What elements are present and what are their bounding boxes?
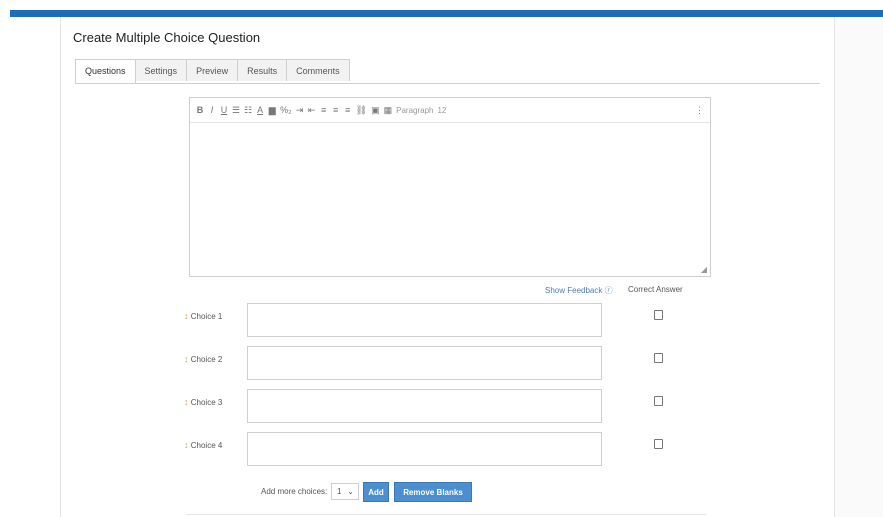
- align-left-icon[interactable]: ≡: [320, 105, 328, 115]
- numbered-list-icon[interactable]: ☷: [244, 105, 252, 116]
- top-accent-bar: [10, 10, 883, 17]
- bottom-divider: [186, 514, 706, 515]
- drag-handle-icon[interactable]: ↕: [184, 397, 189, 407]
- question-editor[interactable]: B I U ☰ ☷ A ▆ %₂ ⇥ ⇤ ≡ ≡ ≡ ⛓ ▣ ▦ Paragra…: [189, 97, 711, 277]
- tab-bar: Questions Settings Preview Results Comme…: [75, 59, 350, 84]
- more-icon[interactable]: ⋮: [695, 105, 704, 116]
- main-panel: Create Multiple Choice Question Question…: [60, 17, 835, 517]
- remove-blanks-button[interactable]: Remove Blanks: [394, 482, 472, 502]
- drag-handle-icon[interactable]: ↕: [184, 354, 189, 364]
- choice-label-text: Choice 2: [190, 355, 223, 364]
- tab-results[interactable]: Results: [237, 59, 288, 81]
- drag-handle-icon[interactable]: ↕: [184, 311, 189, 321]
- correct-checkbox-1[interactable]: [654, 310, 663, 320]
- align-center-icon[interactable]: ≡: [332, 105, 340, 115]
- choice-label-1: ↕ Choice 1: [184, 311, 222, 321]
- special-format-icon[interactable]: %₂: [280, 105, 292, 115]
- choice-input-1[interactable]: [247, 303, 602, 337]
- choice-label-2: ↕ Choice 2: [184, 354, 222, 364]
- show-feedback-link[interactable]: Show Feedback ⓡ: [545, 285, 613, 296]
- underline-button[interactable]: U: [220, 105, 228, 115]
- image-icon[interactable]: ▣: [371, 105, 380, 116]
- tab-comments[interactable]: Comments: [286, 59, 350, 81]
- bg-color-icon[interactable]: ▆: [268, 105, 276, 116]
- choice-label-text: Choice 4: [190, 441, 223, 450]
- font-color-icon[interactable]: A: [256, 105, 264, 115]
- bullet-list-icon[interactable]: ☰: [232, 105, 240, 116]
- link-icon[interactable]: ⛓: [356, 105, 367, 116]
- correct-checkbox-3[interactable]: [654, 396, 663, 406]
- choice-label-3: ↕ Choice 3: [184, 397, 222, 407]
- indent-icon[interactable]: ⇥: [296, 105, 304, 116]
- add-button[interactable]: Add: [363, 482, 389, 502]
- feedback-icon: ⓡ: [604, 286, 613, 295]
- paragraph-select[interactable]: Paragraph: [396, 106, 433, 115]
- tab-divider: [75, 83, 820, 84]
- drag-handle-icon[interactable]: ↕: [184, 440, 189, 450]
- table-icon[interactable]: ▦: [384, 105, 393, 116]
- italic-button[interactable]: I: [208, 105, 216, 115]
- bold-button[interactable]: B: [196, 105, 204, 115]
- align-right-icon[interactable]: ≡: [344, 105, 352, 115]
- add-more-label: Add more choices:: [261, 487, 328, 496]
- choice-input-4[interactable]: [247, 432, 602, 466]
- choice-label-text: Choice 1: [190, 312, 223, 321]
- tab-questions[interactable]: Questions: [75, 59, 136, 84]
- correct-checkbox-4[interactable]: [654, 439, 663, 449]
- correct-answer-header: Correct Answer: [628, 285, 683, 294]
- page-title: Create Multiple Choice Question: [73, 30, 261, 45]
- choice-label-4: ↕ Choice 4: [184, 440, 222, 450]
- resize-handle-icon[interactable]: ◢: [701, 265, 707, 274]
- chevron-down-icon: ⌄: [347, 487, 354, 496]
- choice-label-text: Choice 3: [190, 398, 223, 407]
- choice-input-2[interactable]: [247, 346, 602, 380]
- outdent-icon[interactable]: ⇤: [308, 105, 316, 116]
- choice-input-3[interactable]: [247, 389, 602, 423]
- correct-checkbox-2[interactable]: [654, 353, 663, 363]
- tab-settings[interactable]: Settings: [134, 59, 188, 81]
- font-size-select[interactable]: 12: [437, 106, 446, 115]
- editor-toolbar: B I U ☰ ☷ A ▆ %₂ ⇥ ⇤ ≡ ≡ ≡ ⛓ ▣ ▦ Paragra…: [190, 98, 710, 123]
- show-feedback-label: Show Feedback: [545, 286, 603, 295]
- add-more-select[interactable]: 1 ⌄: [331, 483, 359, 500]
- add-more-value: 1: [337, 487, 342, 496]
- tab-preview[interactable]: Preview: [186, 59, 239, 81]
- right-panel: [834, 17, 883, 517]
